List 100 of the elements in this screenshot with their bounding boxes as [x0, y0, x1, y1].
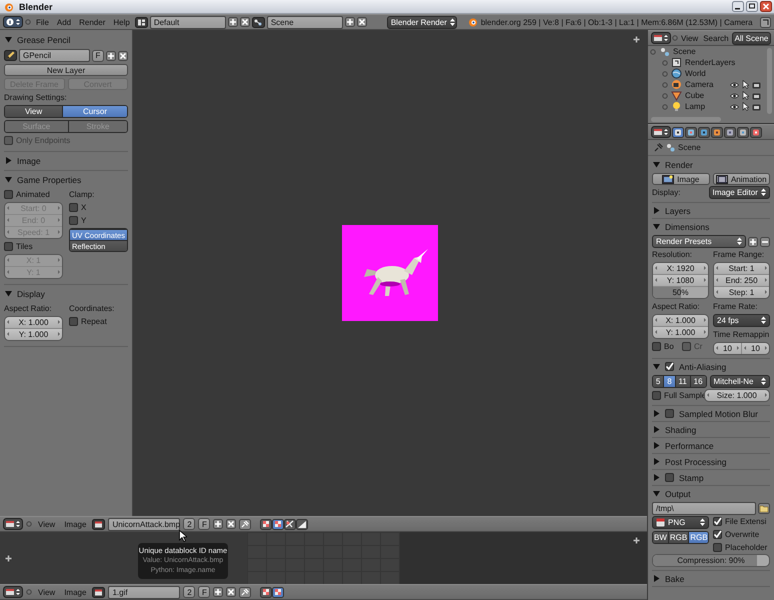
scrollbar[interactable] [767, 48, 772, 114]
folder-icon[interactable] [758, 503, 770, 514]
disclosure-triangle-icon[interactable] [653, 575, 660, 582]
scene-tab-icon[interactable] [685, 126, 697, 138]
disclosure-triangle-icon[interactable] [653, 161, 660, 168]
tree-item[interactable]: Scene [673, 47, 696, 56]
collapse-dot-icon[interactable] [662, 60, 668, 66]
number-field[interactable]: X: 1.000 [653, 315, 708, 326]
checkbox[interactable] [665, 473, 674, 482]
checker-icon[interactable] [272, 518, 284, 530]
panel-header[interactable]: Render [652, 158, 770, 171]
checkbox-option[interactable]: File Extensi [713, 516, 770, 527]
menu-item[interactable]: Add [54, 18, 74, 26]
disclosure-triangle-icon[interactable] [653, 442, 660, 449]
panel-header[interactable]: Game Properties [4, 173, 128, 186]
triangle-icon[interactable] [296, 518, 308, 530]
collapse-dot-icon[interactable] [672, 35, 678, 41]
constraints-tab-icon[interactable] [724, 126, 736, 138]
dropdown[interactable]: All Scene [732, 32, 772, 44]
scene-icon[interactable] [252, 16, 265, 28]
panel-header[interactable]: Sampled Motion Blur [652, 407, 770, 420]
checkbox[interactable] [713, 530, 722, 539]
object-tab-icon[interactable] [711, 126, 723, 138]
eye-icon[interactable] [730, 92, 739, 100]
number-field[interactable]: Start: 1 [714, 263, 769, 274]
panel-header[interactable]: Output [652, 487, 770, 500]
menu-item[interactable]: File [33, 18, 52, 26]
collapse-dot-icon[interactable] [26, 589, 32, 595]
disclosure-triangle-icon[interactable] [653, 363, 660, 370]
disclosure-triangle-icon[interactable] [653, 410, 660, 417]
checkbox-option[interactable]: Y [69, 215, 128, 226]
checkbox[interactable] [665, 409, 674, 418]
screen-layout-icon[interactable] [134, 16, 148, 28]
disclosure-triangle-icon[interactable] [653, 458, 660, 465]
toggle-button[interactable]: BW [653, 532, 668, 543]
panel-header[interactable]: Anti-Aliasing [652, 360, 770, 373]
checkbox-option[interactable]: Placeholder [713, 542, 770, 553]
button[interactable]: 2 [183, 586, 196, 598]
close-icon[interactable] [356, 17, 367, 27]
disclosure-triangle-icon[interactable] [5, 176, 12, 183]
minus-icon[interactable] [760, 236, 770, 246]
menu-item[interactable]: Image [61, 588, 90, 596]
editor-type-icon[interactable] [651, 126, 671, 138]
checker-icon[interactable] [260, 586, 272, 598]
menu-item[interactable]: Render [76, 18, 108, 26]
render-tab-icon[interactable] [672, 126, 684, 138]
disclosure-triangle-icon[interactable] [653, 207, 660, 214]
channels-icon[interactable] [284, 518, 296, 530]
checkbox-option[interactable]: Tiles [4, 241, 63, 252]
dropdown[interactable]: Render Presets [652, 235, 746, 248]
checkbox[interactable] [713, 517, 722, 526]
modifiers-tab-icon[interactable] [737, 126, 749, 138]
panel-header[interactable]: Bake [652, 572, 770, 585]
checkbox[interactable] [713, 543, 722, 552]
checkbox-option[interactable]: Repeat [69, 316, 128, 327]
disclosure-triangle-icon[interactable] [5, 157, 12, 164]
world-tab-icon[interactable] [698, 126, 710, 138]
toggle-button[interactable]: 8 [663, 376, 675, 387]
collapse-dot-icon[interactable] [662, 70, 668, 76]
number-field[interactable]: X: 1920 [653, 263, 708, 274]
close-icon[interactable] [226, 587, 236, 597]
menu-item[interactable]: Image [61, 520, 90, 528]
checkbox-option[interactable]: Overwrite [713, 529, 770, 540]
button[interactable]: F [92, 50, 104, 62]
text-field[interactable]: Scene [266, 16, 343, 28]
pin-icon[interactable] [239, 586, 252, 598]
scrollbar[interactable] [651, 117, 721, 122]
panel-header[interactable]: Dimensions [652, 220, 770, 233]
checkbox-option[interactable]: X [69, 202, 128, 213]
maximize-icon[interactable] [746, 1, 758, 12]
panel-header[interactable]: Layers [652, 204, 770, 217]
editor-type-icon[interactable] [3, 586, 23, 598]
checker-icon[interactable] [260, 518, 272, 530]
panel-header[interactable]: Image [4, 154, 128, 167]
pin-icon[interactable] [239, 518, 252, 530]
disclosure-triangle-icon[interactable] [5, 290, 12, 297]
tree-item[interactable]: RenderLayers [685, 58, 736, 67]
minimize-icon[interactable] [732, 1, 744, 12]
disclosure-triangle-icon[interactable] [653, 223, 660, 230]
editor-type-icon[interactable] [651, 32, 671, 44]
panel-header[interactable]: Performance [652, 439, 770, 452]
toggle-button[interactable]: RGB [688, 532, 708, 543]
collapse-dot-icon[interactable] [25, 19, 31, 25]
number-field[interactable]: Y: 1.000 [5, 328, 62, 340]
disclosure-triangle-icon[interactable] [653, 426, 660, 433]
disclosure-triangle-icon[interactable] [653, 490, 660, 497]
close-icon[interactable] [760, 1, 772, 12]
checkbox[interactable] [652, 391, 661, 400]
menu-item[interactable]: View [35, 520, 58, 528]
panel-header[interactable]: Grease Pencil [4, 33, 128, 46]
collapse-dot-icon[interactable] [662, 82, 668, 88]
close-icon[interactable] [240, 17, 250, 27]
checkbox[interactable] [4, 190, 13, 199]
panel-header[interactable]: Stamp [652, 471, 770, 484]
toggle-button[interactable]: Cursor [62, 106, 127, 117]
collapse-dot-icon[interactable] [650, 48, 656, 54]
number-field[interactable]: Step: 1 [714, 286, 769, 298]
dropdown[interactable]: Image Editor [708, 186, 770, 199]
checker-icon[interactable] [272, 586, 284, 598]
close-icon[interactable] [118, 50, 128, 60]
